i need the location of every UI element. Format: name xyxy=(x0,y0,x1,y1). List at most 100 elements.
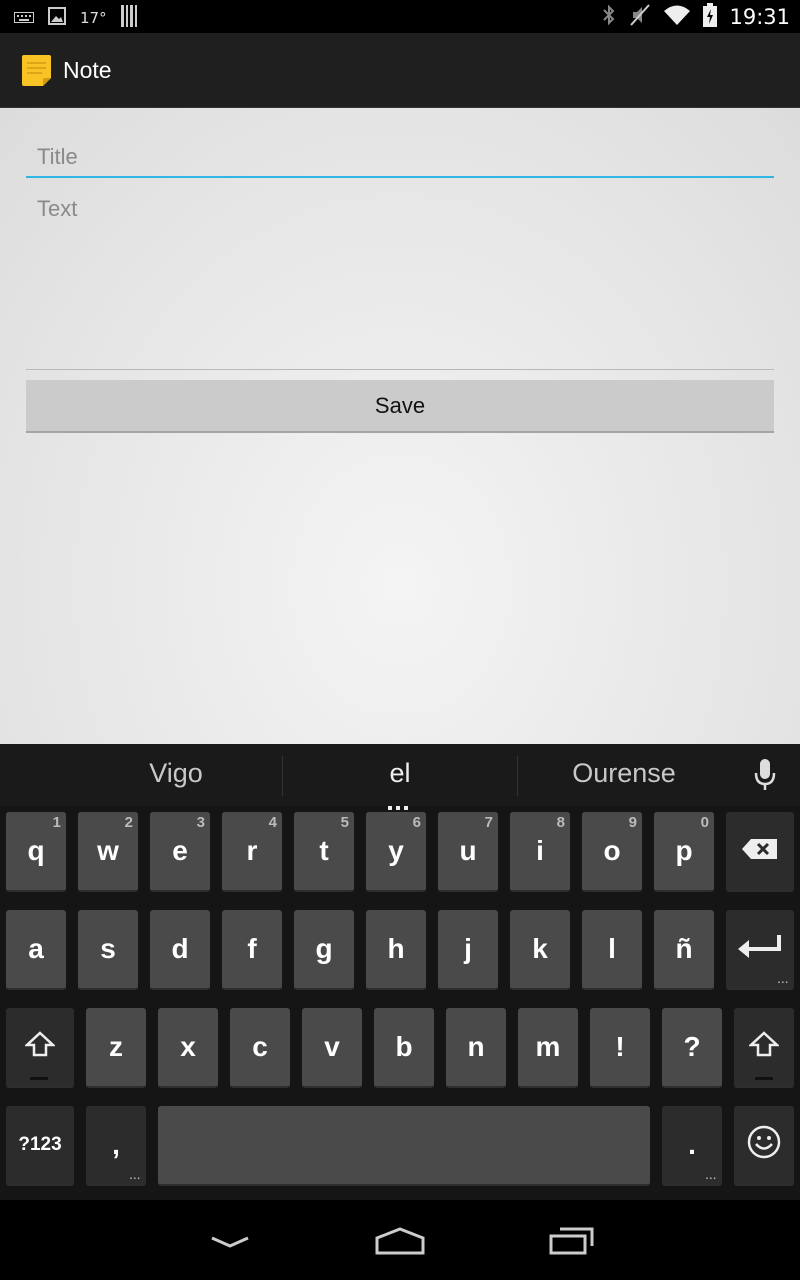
key-exclamation[interactable]: ! xyxy=(590,1008,650,1088)
key-hint: 0 xyxy=(700,814,709,831)
key-label: y xyxy=(388,835,404,866)
home-icon[interactable] xyxy=(374,1226,426,1260)
more-suggestions-indicator xyxy=(388,795,412,810)
key-b[interactable]: b xyxy=(374,1008,434,1088)
key-y[interactable]: y6 xyxy=(366,812,426,892)
key-s[interactable]: s xyxy=(78,910,138,990)
shift-key-left[interactable] xyxy=(6,1008,74,1088)
temperature-label: 17° xyxy=(80,9,107,27)
key-n[interactable]: n xyxy=(446,1008,506,1088)
navigation-bar xyxy=(0,1200,800,1280)
key-w[interactable]: w2 xyxy=(78,812,138,892)
space-bar[interactable] xyxy=(158,1106,650,1186)
key-j[interactable]: j xyxy=(438,910,498,990)
key-hint: 4 xyxy=(268,814,277,831)
suggestion-divider xyxy=(282,756,283,796)
key-label: p xyxy=(675,835,693,866)
emoji-icon xyxy=(747,1125,781,1166)
key-v[interactable]: v xyxy=(302,1008,362,1088)
suggestion-left[interactable]: Vigo xyxy=(120,758,232,789)
key-h[interactable]: h xyxy=(366,910,426,990)
key-x[interactable]: x xyxy=(158,1008,218,1088)
more-marker: ... xyxy=(129,1171,141,1182)
key-hint: 5 xyxy=(340,814,349,831)
key-l[interactable]: l xyxy=(582,910,642,990)
backspace-icon xyxy=(741,835,779,867)
key-e[interactable]: e3 xyxy=(150,812,210,892)
key-r[interactable]: r4 xyxy=(222,812,282,892)
more-marker: ... xyxy=(777,975,789,986)
key-label: o xyxy=(603,835,621,866)
key-c[interactable]: c xyxy=(230,1008,290,1088)
key-label: . xyxy=(688,1129,696,1160)
key-i[interactable]: i8 xyxy=(510,812,570,892)
key-k[interactable]: k xyxy=(510,910,570,990)
shift-icon xyxy=(23,1030,57,1064)
suggestion-strip: Vigo el Ourense xyxy=(0,744,800,810)
key-label: u xyxy=(459,835,477,866)
wifi-icon xyxy=(663,4,691,30)
title-input[interactable] xyxy=(37,142,785,172)
keyboard-icon xyxy=(14,9,34,28)
key-g[interactable]: g xyxy=(294,910,354,990)
save-button[interactable]: Save xyxy=(26,380,774,433)
key-q[interactable]: q1 xyxy=(6,812,66,892)
key-z[interactable]: z xyxy=(86,1008,146,1088)
soft-keyboard: Vigo el Ourense q1 w2 e3 r4 t5 y6 u7 i8 … xyxy=(0,744,800,1200)
screen: 17° 19:31 Note Title Text Save Vigo el O… xyxy=(0,0,800,1280)
shift-indicator xyxy=(30,1077,48,1080)
image-icon xyxy=(48,7,66,29)
title-field[interactable] xyxy=(26,136,785,178)
key-f[interactable]: f xyxy=(222,910,282,990)
bluetooth-icon xyxy=(601,3,617,31)
more-marker: ... xyxy=(705,1171,717,1182)
key-p[interactable]: p0 xyxy=(654,812,714,892)
key-label: q xyxy=(27,835,45,866)
suggestion-divider xyxy=(517,756,518,796)
key-hint: 7 xyxy=(484,814,493,831)
key-u[interactable]: u7 xyxy=(438,812,498,892)
battery-icon xyxy=(703,3,718,31)
emoji-key[interactable] xyxy=(734,1106,794,1186)
suggestion-center[interactable]: el xyxy=(360,758,440,789)
barcode-icon xyxy=(120,5,139,31)
key-m[interactable]: m xyxy=(518,1008,578,1088)
shift-icon xyxy=(747,1030,781,1064)
key-hint: 6 xyxy=(412,814,421,831)
shift-indicator xyxy=(755,1077,773,1080)
key-t[interactable]: t5 xyxy=(294,812,354,892)
text-input[interactable] xyxy=(37,196,785,356)
shift-key-right[interactable] xyxy=(734,1008,794,1088)
back-icon[interactable] xyxy=(206,1232,254,1258)
key-hint: 2 xyxy=(124,814,133,831)
note-icon[interactable] xyxy=(20,54,53,87)
key-label: t xyxy=(319,835,329,866)
key-a[interactable]: a xyxy=(6,910,66,990)
text-field[interactable] xyxy=(26,190,785,370)
note-editor: Save xyxy=(0,108,800,744)
key-hint: 3 xyxy=(196,814,205,831)
microphone-icon[interactable] xyxy=(752,758,778,792)
key-d[interactable]: d xyxy=(150,910,210,990)
app-title: Note xyxy=(63,57,112,83)
status-bar: 17° 19:31 xyxy=(0,0,800,33)
key-hint: 8 xyxy=(556,814,565,831)
key-question[interactable]: ? xyxy=(662,1008,722,1088)
key-label: r xyxy=(246,835,258,866)
key-label: , xyxy=(112,1129,120,1160)
mute-icon xyxy=(629,3,651,31)
period-key[interactable]: . ... xyxy=(662,1106,722,1186)
key-hint: 1 xyxy=(52,814,61,831)
clock: 19:31 xyxy=(729,5,790,29)
backspace-key[interactable] xyxy=(726,812,794,892)
enter-key[interactable]: ... xyxy=(726,910,794,990)
symbols-key[interactable]: ?123 xyxy=(6,1106,74,1186)
key-label: w xyxy=(97,835,119,866)
key-label: e xyxy=(172,835,188,866)
key-o[interactable]: o9 xyxy=(582,812,642,892)
recents-icon[interactable] xyxy=(546,1226,598,1260)
key-n-tilde[interactable]: ñ xyxy=(654,910,714,990)
comma-key[interactable]: , ... xyxy=(86,1106,146,1186)
suggestion-right[interactable]: Ourense xyxy=(560,758,688,789)
action-bar: Note xyxy=(0,33,800,108)
